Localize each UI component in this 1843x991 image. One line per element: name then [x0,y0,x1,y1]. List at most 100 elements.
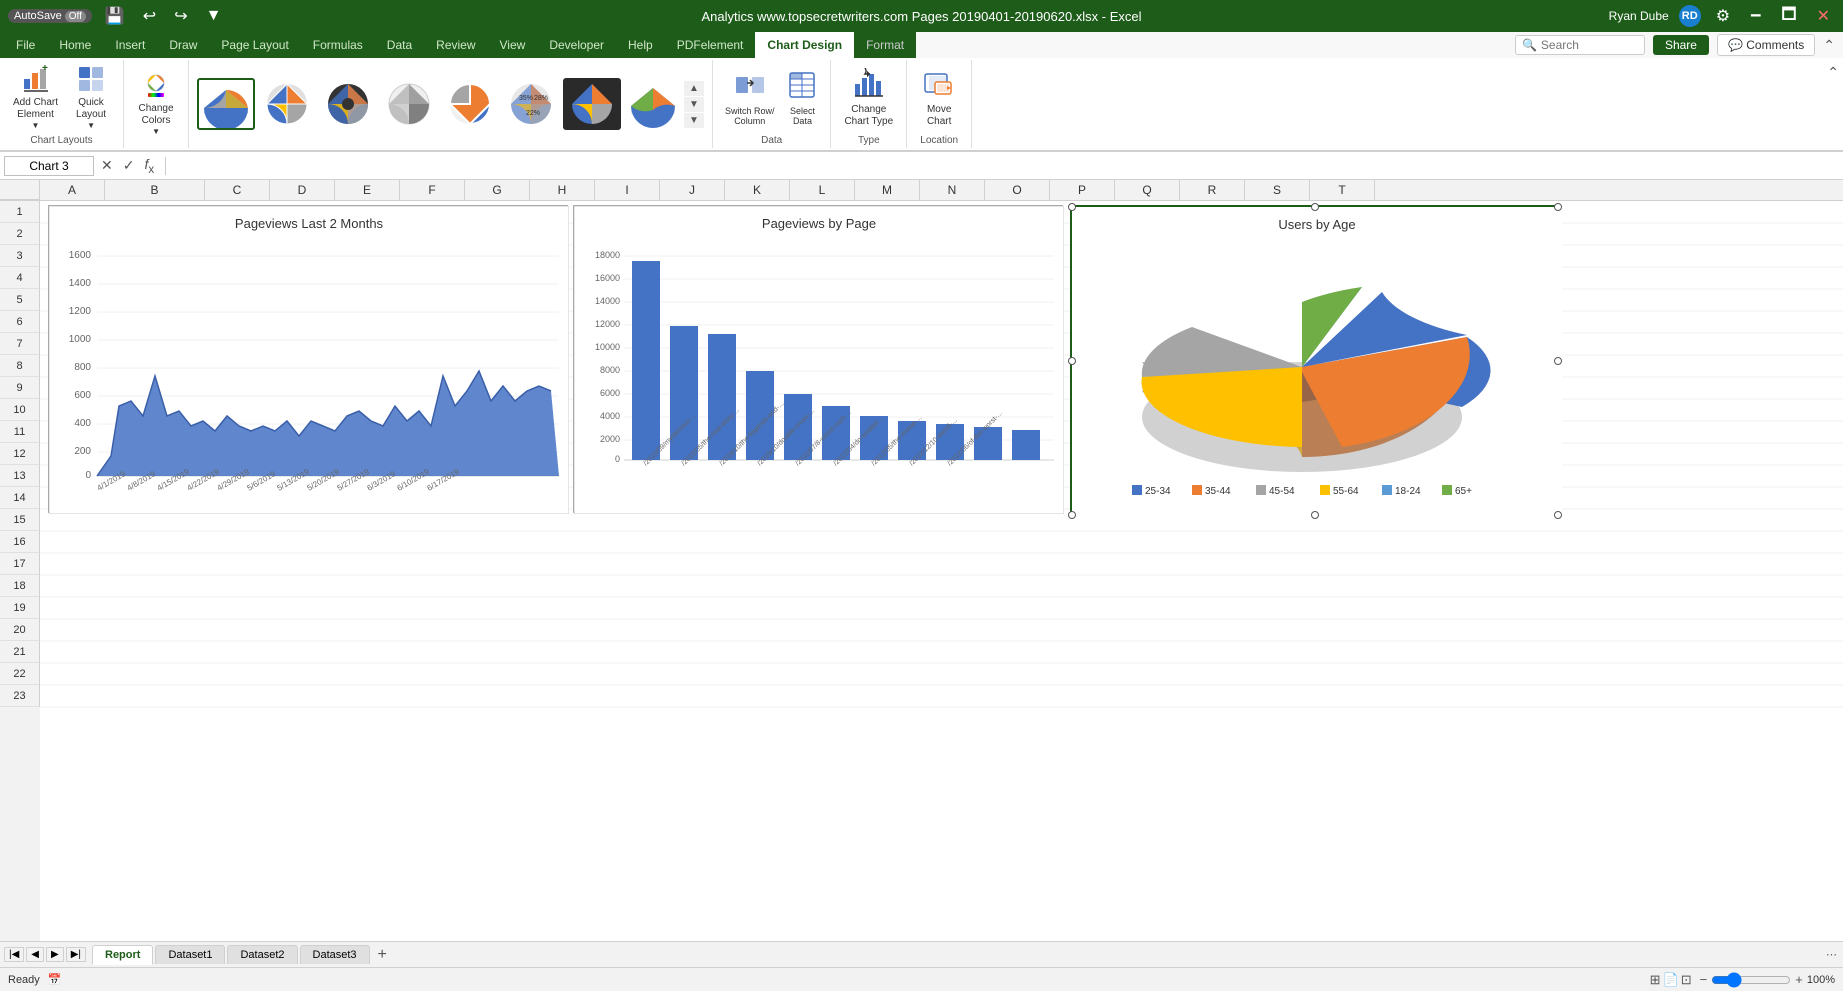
col-header-l[interactable]: L [790,180,855,200]
tab-view[interactable]: View [488,32,538,58]
col-header-p[interactable]: P [1050,180,1115,200]
row-header-3[interactable]: 3 [0,245,40,267]
page-layout-view-button[interactable]: 📄 [1663,972,1679,988]
chart-style-5[interactable] [441,78,499,130]
sheet-tab-dataset1[interactable]: Dataset1 [155,945,225,964]
chart-style-1[interactable] [197,78,255,130]
save-button[interactable]: 💾 [100,4,130,28]
sel-handle-ml[interactable] [1068,357,1076,365]
close-button[interactable]: ✕ [1812,4,1835,28]
cells-area[interactable]: Pageviews Last 2 Months 1600 1400 1200 1… [40,201,1843,941]
col-header-o[interactable]: O [985,180,1050,200]
share-button[interactable]: Share [1653,35,1709,55]
sheet-nav-next[interactable]: ▶ [46,947,64,962]
col-header-j[interactable]: J [660,180,725,200]
sel-handle-tr[interactable] [1554,203,1562,211]
gallery-scroll-down[interactable]: ▼ [684,113,704,128]
tab-file[interactable]: File [4,32,47,58]
chart-style-3[interactable] [319,78,377,130]
row-header-15[interactable]: 15 [0,509,40,531]
formula-input[interactable] [174,159,1839,173]
col-header-g[interactable]: G [465,180,530,200]
confirm-formula-button[interactable]: ✓ [120,157,138,174]
col-header-d[interactable]: D [270,180,335,200]
row-header-17[interactable]: 17 [0,553,40,575]
customize-button[interactable]: ▼ [201,5,227,27]
tab-help[interactable]: Help [616,32,665,58]
insert-function-button[interactable]: fx [141,156,157,176]
row-header-8[interactable]: 8 [0,355,40,377]
zoom-out-button[interactable]: − [1700,972,1708,987]
col-header-m[interactable]: M [855,180,920,200]
page-break-view-button[interactable]: ⊡ [1681,972,1692,988]
chart-style-7[interactable] [563,78,621,130]
settings-icon[interactable]: ⚙ [1711,4,1735,28]
col-header-f[interactable]: F [400,180,465,200]
normal-view-button[interactable]: ⊞ [1650,972,1661,988]
row-header-6[interactable]: 6 [0,311,40,333]
sheet-nav-prev[interactable]: ◀ [26,947,44,962]
chart-users-by-age[interactable]: Users by Age [1070,205,1560,517]
select-data-button[interactable]: SelectData [782,66,822,129]
switch-row-column-button[interactable]: Switch Row/Column [721,66,779,129]
tab-home[interactable]: Home [47,32,103,58]
gallery-scroll-up[interactable]: ▲ [684,81,704,96]
chart-pageviews-by-page[interactable]: Pageviews by Page 18000 16000 14000 1200… [573,205,1063,513]
tab-developer[interactable]: Developer [537,32,616,58]
name-box[interactable]: Chart 3 [4,156,94,176]
maximize-button[interactable]: 🗖 [1776,1,1801,32]
autosave-toggle[interactable]: AutoSave Off [8,9,92,23]
search-input[interactable] [1541,38,1631,52]
row-header-14[interactable]: 14 [0,487,40,509]
tab-review[interactable]: Review [424,32,487,58]
row-header-10[interactable]: 10 [0,399,40,421]
row-header-23[interactable]: 23 [0,685,40,707]
tab-formulas[interactable]: Formulas [301,32,375,58]
cancel-formula-button[interactable]: ✕ [98,157,116,174]
sel-handle-tl[interactable] [1068,203,1076,211]
row-header-12[interactable]: 12 [0,443,40,465]
tab-page-layout[interactable]: Page Layout [209,32,300,58]
row-header-1[interactable]: 1 [0,201,40,223]
col-header-c[interactable]: C [205,180,270,200]
zoom-in-button[interactable]: + [1795,972,1803,987]
col-header-k[interactable]: K [725,180,790,200]
row-header-20[interactable]: 20 [0,619,40,641]
comments-button[interactable]: 💬 Comments [1717,34,1815,56]
row-header-19[interactable]: 19 [0,597,40,619]
row-header-5[interactable]: 5 [0,289,40,311]
col-header-q[interactable]: Q [1115,180,1180,200]
col-header-s[interactable]: S [1245,180,1310,200]
ribbon-expand-button[interactable]: ⌃ [1827,64,1839,81]
sel-handle-br[interactable] [1554,511,1562,519]
sheet-tab-dataset3[interactable]: Dataset3 [300,945,370,964]
row-header-22[interactable]: 22 [0,663,40,685]
sel-handle-bm[interactable] [1311,511,1319,519]
row-header-4[interactable]: 4 [0,267,40,289]
row-header-21[interactable]: 21 [0,641,40,663]
row-header-13[interactable]: 13 [0,465,40,487]
col-header-e[interactable]: E [335,180,400,200]
col-header-b[interactable]: B [105,180,205,200]
redo-button[interactable]: ↪ [169,4,192,28]
sheet-nav-last[interactable]: ▶| [66,947,86,962]
restore-button[interactable]: 🗕 [1745,1,1766,32]
tab-format[interactable]: Format [854,32,916,58]
gallery-scroll-mid[interactable]: ▼ [684,97,704,112]
row-header-11[interactable]: 11 [0,421,40,443]
row-header-9[interactable]: 9 [0,377,40,399]
sel-handle-bl[interactable] [1068,511,1076,519]
col-header-h[interactable]: H [530,180,595,200]
tab-chart-design[interactable]: Chart Design [755,32,854,58]
tab-pdfelement[interactable]: PDFelement [665,32,756,58]
sel-handle-mr[interactable] [1554,357,1562,365]
col-header-r[interactable]: R [1180,180,1245,200]
sheet-nav-first[interactable]: |◀ [4,947,24,962]
move-chart-button[interactable]: MoveChart [915,65,963,131]
change-colors-button[interactable]: ChangeColors ▼ [132,68,180,139]
change-chart-type-button[interactable]: ChangeChart Type [839,65,898,131]
row-header-2[interactable]: 2 [0,223,40,245]
chart-style-6[interactable]: 35% 28% 22% [502,78,560,130]
tab-insert[interactable]: Insert [103,32,157,58]
col-header-a[interactable]: A [40,180,105,200]
